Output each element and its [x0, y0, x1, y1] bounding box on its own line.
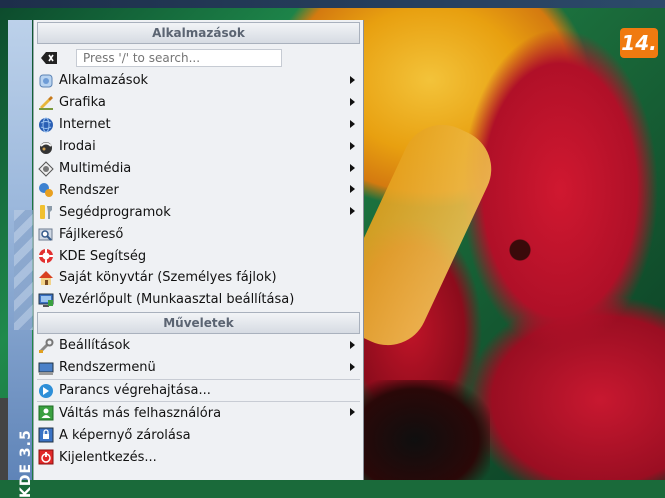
- system-icon: [37, 182, 55, 198]
- top-panel-strip: [0, 0, 665, 8]
- submenu-arrow-icon: [350, 408, 355, 417]
- search-row: [34, 46, 363, 70]
- menu-item-zarolas[interactable]: A képernyő zárolása: [34, 424, 363, 446]
- menu-item-label: Kijelentkezés...: [59, 449, 157, 465]
- kde-start-menu: Alkalmazások Alkalmazások Grafika Intern…: [33, 20, 364, 480]
- office-icon: [37, 139, 55, 155]
- submenu-arrow-icon: [350, 119, 355, 128]
- utilities-icon: [37, 204, 55, 220]
- menu-item-kijelentkezes[interactable]: Kijelentkezés...: [34, 446, 363, 468]
- applications-section: Alkalmazások Grafika Internet Irodai Mul…: [34, 70, 363, 311]
- settings-wrench-icon: [37, 338, 55, 354]
- menu-item-label: Internet: [59, 117, 111, 133]
- submenu-arrow-icon: [350, 362, 355, 371]
- menu-item-label: Saját könyvtár (Személyes fájlok): [59, 270, 277, 286]
- menu-item-sajat-konyvtar[interactable]: Saját könyvtár (Személyes fájlok): [34, 267, 363, 289]
- menu-item-fajlkereso[interactable]: Fájlkereső: [34, 223, 363, 245]
- menu-title: Alkalmazások: [37, 22, 360, 44]
- switch-user-icon: [37, 405, 55, 421]
- logout-icon: [37, 449, 55, 465]
- menu-item-beallitasok[interactable]: Beállítások: [34, 335, 363, 357]
- file-search-icon: [37, 226, 55, 242]
- menu-item-valtas[interactable]: Váltás más felhasználóra: [34, 402, 363, 424]
- help-lifebuoy-icon: [37, 248, 55, 264]
- submenu-arrow-icon: [350, 185, 355, 194]
- menu-item-label: Grafika: [59, 95, 106, 111]
- menu-item-parancs[interactable]: Parancs végrehajtása...: [34, 380, 363, 402]
- multimedia-icon: [37, 160, 55, 177]
- menu-item-label: Vezérlőpult (Munkaasztal beállítása): [59, 292, 295, 308]
- kde-menu-sidebar: KDE 3.5: [8, 20, 40, 498]
- submenu-arrow-icon: [350, 207, 355, 216]
- menu-item-rendszermenu[interactable]: Rendszermenü: [34, 357, 363, 379]
- menu-item-label: Segédprogramok: [59, 204, 171, 220]
- run-command-icon: [37, 383, 55, 399]
- search-input[interactable]: [76, 49, 282, 67]
- menu-item-grafika[interactable]: Grafika: [34, 92, 363, 114]
- menu-item-label: Irodai: [59, 139, 96, 155]
- home-folder-icon: [37, 270, 55, 286]
- actions-section-title: Műveletek: [37, 311, 360, 334]
- menu-item-segedprogramok[interactable]: Segédprogramok: [34, 201, 363, 223]
- internet-globe-icon: [37, 117, 55, 133]
- lock-screen-icon: [37, 427, 55, 443]
- page-number-badge: 14.: [620, 28, 658, 58]
- menu-item-irodai[interactable]: Irodai: [34, 136, 363, 158]
- menu-item-label: Parancs végrehajtása...: [59, 383, 211, 399]
- menu-item-label: Rendszer: [59, 182, 119, 198]
- menu-item-label: Multimédia: [59, 161, 132, 176]
- menu-item-kde-segitseg[interactable]: KDE Segítség: [34, 245, 363, 267]
- menu-item-label: Váltás más felhasználóra: [59, 405, 222, 421]
- menu-item-label: Rendszermenü: [59, 360, 156, 376]
- menu-item-label: A képernyő zárolása: [59, 427, 191, 443]
- menu-item-label: Beállítások: [59, 338, 131, 354]
- menu-item-label: KDE Segítség: [59, 248, 147, 264]
- submenu-arrow-icon: [350, 76, 355, 84]
- menu-item-vezerlopult[interactable]: Vezérlőpult (Munkaasztal beállítása): [34, 289, 363, 311]
- menu-item-alkalmazasok[interactable]: Alkalmazások: [34, 70, 363, 92]
- actions-section: Beállítások Rendszermenü Parancs végreha…: [34, 335, 363, 468]
- control-center-icon: [37, 292, 55, 308]
- submenu-arrow-icon: [350, 340, 355, 349]
- clear-search-icon[interactable]: [40, 50, 58, 66]
- kde-version-label: KDE 3.5: [18, 429, 34, 498]
- graphics-icon: [37, 95, 55, 111]
- submenu-arrow-icon: [350, 97, 355, 106]
- system-menu-icon: [37, 360, 55, 376]
- menu-item-label: Fájlkereső: [59, 226, 124, 242]
- menu-item-label: Alkalmazások: [59, 73, 149, 89]
- submenu-arrow-icon: [350, 141, 355, 150]
- menu-item-rendszer[interactable]: Rendszer: [34, 179, 363, 201]
- submenu-arrow-icon: [350, 163, 355, 172]
- menu-item-internet[interactable]: Internet: [34, 114, 363, 136]
- applications-icon: [37, 73, 55, 89]
- menu-item-multimedia[interactable]: Multimédia: [34, 158, 363, 180]
